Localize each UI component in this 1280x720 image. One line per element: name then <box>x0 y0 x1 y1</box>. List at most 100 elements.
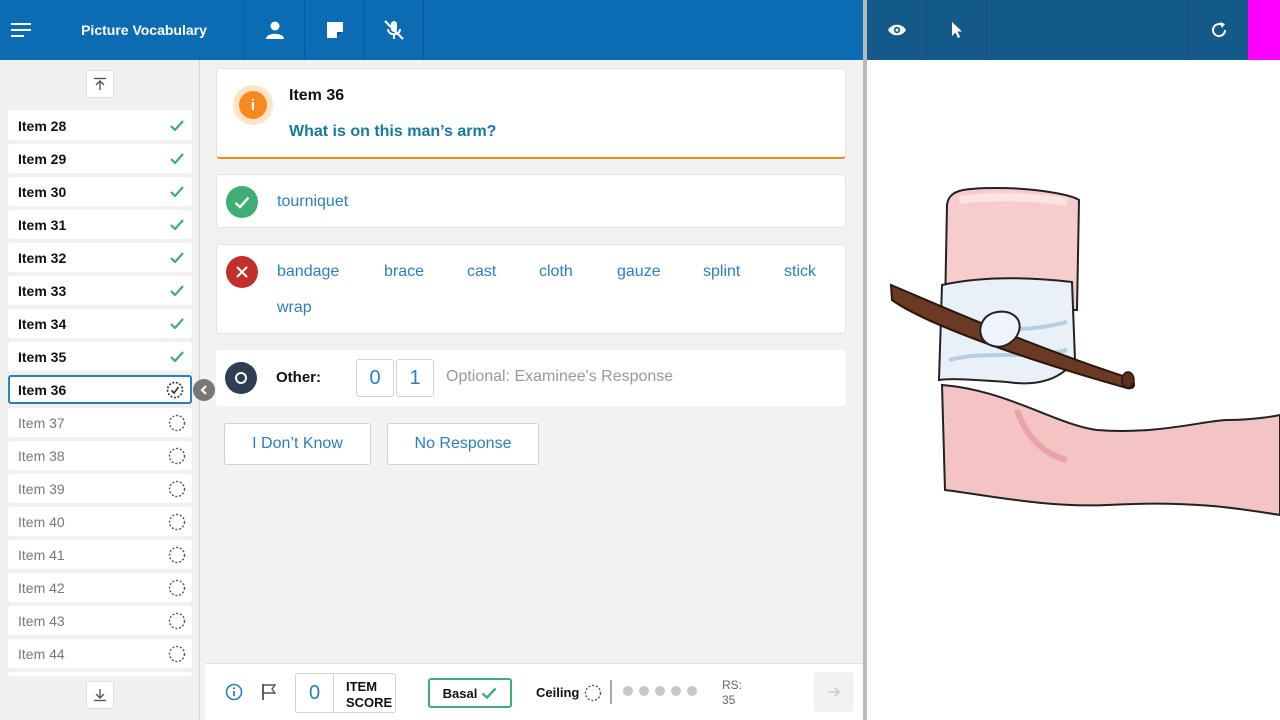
pending-icon <box>168 480 186 497</box>
incorrect-answer[interactable]: wrap <box>277 299 312 317</box>
item-label: Item 31 <box>18 216 67 233</box>
correct-answers-card: tourniquet <box>216 174 846 228</box>
item-label: Item 37 <box>18 414 65 431</box>
question-text: What is on this man’s arm? <box>289 123 497 140</box>
ceiling-label: Ceiling <box>536 685 580 700</box>
pending-icon <box>168 513 186 530</box>
item-label: Item 35 <box>18 348 67 365</box>
item-label: Item 44 <box>18 645 65 662</box>
sidebar-item[interactable]: Item 28 <box>8 111 192 140</box>
item-title: Item 36 <box>289 87 345 104</box>
item-sidebar: Item 28 Item 29 Item 30 Item 31 Item 32 … <box>0 60 200 720</box>
score-1-button[interactable]: 1 <box>396 359 434 397</box>
item-list: Item 28 Item 29 Item 30 Item 31 Item 32 … <box>8 110 192 676</box>
stimulus-image <box>889 186 1280 517</box>
sidebar-item[interactable]: Item 34 <box>8 309 192 338</box>
correct-answer[interactable]: tourniquet <box>277 193 348 211</box>
sidebar-item[interactable]: Item 43 <box>8 606 192 635</box>
examinee-response-input[interactable]: Optional: Examinee's Response <box>446 368 673 386</box>
incorrect-answer[interactable]: brace <box>384 263 424 281</box>
other-response-row: Other: 0 1 Optional: Examinee's Response <box>216 350 846 406</box>
refresh-button[interactable] <box>1188 0 1248 60</box>
next-button[interactable] <box>814 672 854 712</box>
score-0-button[interactable]: 0 <box>356 359 394 397</box>
check-icon <box>170 285 184 296</box>
cursor-icon <box>951 22 962 38</box>
sidebar-item[interactable]: Item 38 <box>8 441 192 470</box>
eye-icon <box>887 24 906 36</box>
check-icon <box>170 120 184 131</box>
pending-icon <box>168 645 186 662</box>
hamburger-icon <box>11 23 31 37</box>
sidebar-item[interactable]: Item 40 <box>8 507 192 536</box>
app-title: Picture Vocabulary <box>81 22 207 38</box>
incorrect-x-icon <box>226 256 258 288</box>
other-label: Other: <box>276 369 321 386</box>
sidebar-item[interactable]: Item 33 <box>8 276 192 305</box>
incorrect-answer[interactable]: cast <box>467 263 496 281</box>
pending-icon <box>168 414 186 431</box>
sidebar-item-current[interactable]: Item 36 <box>8 375 192 404</box>
raw-score: RS: 35 <box>722 678 743 707</box>
ceiling-pending-icon <box>584 684 602 707</box>
incorrect-answer[interactable]: gauze <box>617 263 661 281</box>
item-label: Item 30 <box>18 183 67 200</box>
incorrect-answer[interactable]: stick <box>784 263 816 281</box>
main-panel: i Item 36 What is on this man’s arm? tou… <box>205 60 863 663</box>
sidebar-item[interactable]: Item 37 <box>8 408 192 437</box>
dont-know-button[interactable]: I Don’t Know <box>224 423 371 465</box>
item-label: Item 36 <box>18 381 67 398</box>
mic-off-icon <box>384 20 404 40</box>
pending-icon <box>168 546 186 563</box>
item-score-label: ITEM SCORE <box>346 679 393 710</box>
sidebar-item[interactable]: Item 30 <box>8 177 192 206</box>
preview-button[interactable] <box>867 0 927 60</box>
collapse-sidebar-button[interactable] <box>193 379 215 401</box>
mic-off-button[interactable] <box>364 0 424 60</box>
sidebar-item[interactable]: Item 32 <box>8 243 192 272</box>
in-progress-icon <box>166 381 184 398</box>
ceiling-progress-dots <box>623 686 697 696</box>
incorrect-answer[interactable]: bandage <box>277 263 339 281</box>
basal-badge: Basal <box>428 678 512 708</box>
note-icon <box>326 22 343 38</box>
sidebar-item[interactable]: Item 44 <box>8 639 192 668</box>
scroll-bottom-button[interactable] <box>86 681 114 709</box>
person-icon <box>265 21 284 39</box>
footer-bar: 0 ITEM SCORE Basal Ceiling RS: 35 <box>205 663 863 720</box>
menu-button[interactable] <box>0 0 44 60</box>
info-button[interactable] <box>225 683 243 706</box>
scroll-top-button[interactable] <box>86 70 114 98</box>
pending-icon <box>168 579 186 596</box>
check-icon <box>170 186 184 197</box>
incorrect-answer[interactable]: cloth <box>539 263 573 281</box>
chevron-left-icon <box>200 385 207 395</box>
notes-button[interactable] <box>304 0 364 60</box>
sidebar-item[interactable]: Item 39 <box>8 474 192 503</box>
flag-button[interactable] <box>261 683 277 706</box>
stimulus-toolbar <box>867 0 1280 60</box>
other-radio-icon[interactable] <box>225 362 257 394</box>
check-icon <box>482 687 497 699</box>
check-icon <box>170 252 184 263</box>
sidebar-item[interactable]: Item 29 <box>8 144 192 173</box>
item-label: Item 38 <box>18 447 65 464</box>
sidebar-item[interactable]: Item 41 <box>8 540 192 569</box>
incorrect-answer[interactable]: splint <box>703 263 740 281</box>
check-icon <box>170 351 184 362</box>
item-label: Item 33 <box>18 282 67 299</box>
item-label: Item 43 <box>18 612 65 629</box>
sidebar-item[interactable]: Item 35 <box>8 342 192 371</box>
arrow-down-to-bottom-icon <box>94 689 106 702</box>
sidebar-item[interactable]: Item 42 <box>8 573 192 602</box>
examinee-button[interactable] <box>244 0 304 60</box>
no-response-button[interactable]: No Response <box>387 423 539 465</box>
item-label: Item 28 <box>18 117 67 134</box>
sidebar-item[interactable]: Item 31 <box>8 210 192 239</box>
incorrect-answers-card: bandage brace cast cloth gauze splint st… <box>216 244 846 334</box>
arrow-right-icon <box>828 686 841 698</box>
pointer-button[interactable] <box>927 0 987 60</box>
check-icon <box>170 318 184 329</box>
item-score-value: 0 <box>296 674 334 712</box>
list-item <box>8 672 192 676</box>
